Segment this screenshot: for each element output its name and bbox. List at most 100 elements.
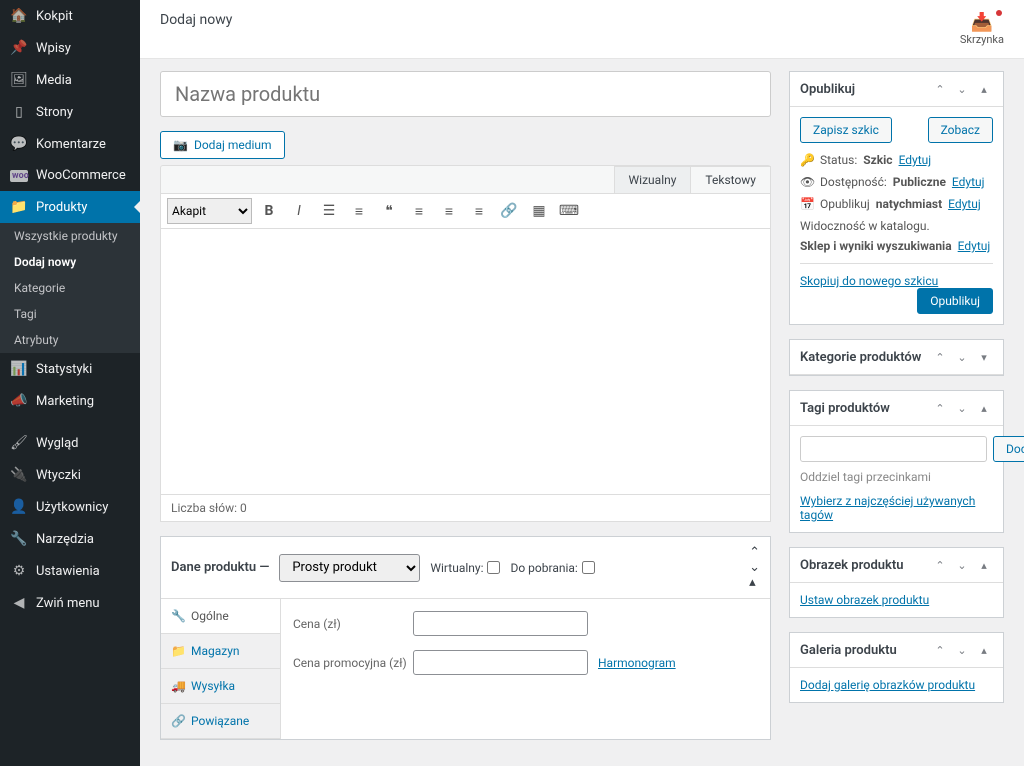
add-media-button[interactable]: 📷 Dodaj medium — [160, 131, 285, 159]
user-icon: 👤 — [10, 499, 28, 515]
format-select[interactable]: Akapit — [167, 198, 252, 224]
sidebar-item-collapse[interactable]: ◀Zwiń menu — [0, 587, 140, 619]
bold-button[interactable]: B — [256, 198, 282, 224]
tag-input[interactable] — [800, 436, 987, 462]
link-button[interactable]: 🔗 — [496, 198, 522, 224]
chevron-up-icon[interactable]: ⌃ — [931, 80, 949, 98]
page-icon: ▯ — [10, 104, 28, 120]
product-tab-general[interactable]: 🔧Ogólne — [161, 599, 280, 634]
price-input[interactable] — [413, 611, 588, 636]
caret-up-icon[interactable]: ▴ — [975, 80, 993, 98]
edit-date-link[interactable]: Edytuj — [948, 197, 981, 211]
tab-text[interactable]: Tekstowy — [690, 166, 771, 193]
sidebar-item-pages[interactable]: ▯Strony — [0, 96, 140, 128]
products-submenu: Wszystkie produkty Dodaj nowy Kategorie … — [0, 223, 140, 353]
submenu-attributes[interactable]: Atrybuty — [0, 327, 140, 353]
edit-catalog-link[interactable]: Edytuj — [958, 239, 991, 253]
schedule-link[interactable]: Harmonogram — [598, 656, 676, 670]
publish-postbox: Opublikuj ⌃ ⌄ ▴ Zapisz szkic Zobacz 🔑Sta… — [789, 71, 1004, 325]
caret-up-icon[interactable]: ▴ — [975, 556, 993, 574]
align-right-button[interactable]: ≡ — [466, 198, 492, 224]
sidebar-item-posts[interactable]: 📌Wpisy — [0, 32, 140, 64]
chevron-down-icon[interactable]: ⌄ — [953, 556, 971, 574]
sidebar-item-products[interactable]: 📁Produkty — [0, 191, 140, 223]
sidebar-item-appearance[interactable]: 🖌Wygląd — [0, 427, 140, 459]
sidebar-item-stats[interactable]: 📊Statystyki — [0, 353, 140, 385]
sidebar-item-media[interactable]: 🖼Media — [0, 64, 140, 96]
save-draft-button[interactable]: Zapisz szkic — [800, 117, 892, 143]
product-data-postbox: Dane produktu — Prosty produkt Wirtualny… — [160, 536, 771, 740]
downloadable-checkbox[interactable] — [582, 561, 595, 574]
more-button[interactable]: ▦ — [526, 198, 552, 224]
link-icon: 🔗 — [171, 714, 185, 728]
marketing-icon: 📣 — [10, 393, 28, 409]
caret-up-icon[interactable]: ▴ — [975, 399, 993, 417]
bullet-list-button[interactable]: ☰ — [316, 198, 342, 224]
product-tab-inventory[interactable]: 📁Magazyn — [161, 634, 280, 669]
sidebar-item-comments[interactable]: 💬Komentarze — [0, 128, 140, 160]
set-image-link[interactable]: Ustaw obrazek produktu — [800, 593, 929, 607]
sidebar-item-tools[interactable]: 🔧Narzędzia — [0, 523, 140, 555]
product-tab-linked[interactable]: 🔗Powiązane — [161, 704, 280, 739]
preview-button[interactable]: Zobacz — [928, 117, 993, 143]
caret-up-icon[interactable]: ▴ — [749, 575, 760, 590]
chevron-up-icon[interactable]: ⌃ — [931, 399, 949, 417]
sidebar-item-users[interactable]: 👤Użytkownicy — [0, 491, 140, 523]
add-tag-button[interactable]: Dodaj — [993, 436, 1024, 462]
chevron-down-icon[interactable]: ⌄ — [953, 399, 971, 417]
pin-icon: 📌 — [10, 40, 28, 56]
tab-visual[interactable]: Wizualny — [614, 166, 692, 193]
copy-to-draft-link[interactable]: Skopiuj do nowego szkicu — [800, 274, 938, 288]
submenu-categories[interactable]: Kategorie — [0, 275, 140, 301]
caret-up-icon[interactable]: ▴ — [975, 641, 993, 659]
submenu-tags[interactable]: Tagi — [0, 301, 140, 327]
toolbar-toggle-button[interactable]: ⌨ — [556, 198, 582, 224]
price-label: Cena (zł) — [293, 617, 413, 631]
add-gallery-link[interactable]: Dodaj galerię obrazków produktu — [800, 678, 975, 692]
inbox-button[interactable]: 📥 Skrzynka — [960, 12, 1004, 46]
tags-hint: Oddziel tagi przecinkami — [800, 470, 993, 484]
caret-down-icon[interactable]: ▾ — [975, 348, 993, 366]
align-center-button[interactable]: ≡ — [436, 198, 462, 224]
submenu-add-new[interactable]: Dodaj nowy — [0, 249, 140, 275]
edit-status-link[interactable]: Edytuj — [899, 153, 932, 167]
chevron-down-icon[interactable]: ⌄ — [953, 348, 971, 366]
editor-textarea[interactable] — [161, 229, 770, 494]
chevron-up-icon[interactable]: ⌃ — [931, 348, 949, 366]
align-left-button[interactable]: ≡ — [406, 198, 432, 224]
sale-price-input[interactable] — [413, 650, 588, 675]
quote-button[interactable]: ❝ — [376, 198, 402, 224]
categories-title: Kategorie produktów — [800, 350, 921, 365]
plug-icon: 🔌 — [10, 467, 28, 483]
sale-price-label: Cena promocyjna (zł) — [293, 656, 413, 670]
sidebar-item-woocommerce[interactable]: wooWooCommerce — [0, 160, 140, 191]
product-tab-shipping[interactable]: 🚚Wysyłka — [161, 669, 280, 704]
editor-box: Wizualny Tekstowy Akapit B I ☰ ≡ ❝ ≡ ≡ ≡… — [160, 165, 771, 522]
number-list-button[interactable]: ≡ — [346, 198, 372, 224]
product-data-title: Dane produktu — — [171, 560, 269, 575]
folder-icon: 📁 — [10, 199, 28, 215]
admin-sidebar: 🏠Kokpit 📌Wpisy 🖼Media ▯Strony 💬Komentarz… — [0, 0, 140, 766]
image-postbox: Obrazek produktu ⌃ ⌄ ▴ Ustaw obrazek pro… — [789, 547, 1004, 618]
sidebar-item-plugins[interactable]: 🔌Wtyczki — [0, 459, 140, 491]
sidebar-item-settings[interactable]: ⚙Ustawienia — [0, 555, 140, 587]
chevron-up-icon[interactable]: ⌃ — [749, 545, 760, 560]
edit-visibility-link[interactable]: Edytuj — [952, 175, 985, 189]
chevron-up-icon[interactable]: ⌃ — [931, 556, 949, 574]
product-title-input[interactable] — [160, 71, 771, 117]
chevron-down-icon[interactable]: ⌄ — [953, 80, 971, 98]
product-type-select[interactable]: Prosty produkt — [279, 554, 420, 582]
stats-icon: 📊 — [10, 361, 28, 377]
italic-button[interactable]: I — [286, 198, 312, 224]
virtual-checkbox[interactable] — [487, 561, 500, 574]
choose-tags-link[interactable]: Wybierz z najczęściej używanych tagów — [800, 494, 975, 522]
sidebar-item-marketing[interactable]: 📣Marketing — [0, 385, 140, 417]
publish-button[interactable]: Opublikuj — [917, 288, 993, 314]
tags-title: Tagi produktów — [800, 401, 890, 416]
sidebar-item-dashboard[interactable]: 🏠Kokpit — [0, 0, 140, 32]
submenu-all-products[interactable]: Wszystkie produkty — [0, 223, 140, 249]
chevron-down-icon[interactable]: ⌄ — [953, 641, 971, 659]
chevron-up-icon[interactable]: ⌃ — [931, 641, 949, 659]
chevron-down-icon[interactable]: ⌄ — [749, 560, 760, 575]
publish-title: Opublikuj — [800, 82, 855, 97]
